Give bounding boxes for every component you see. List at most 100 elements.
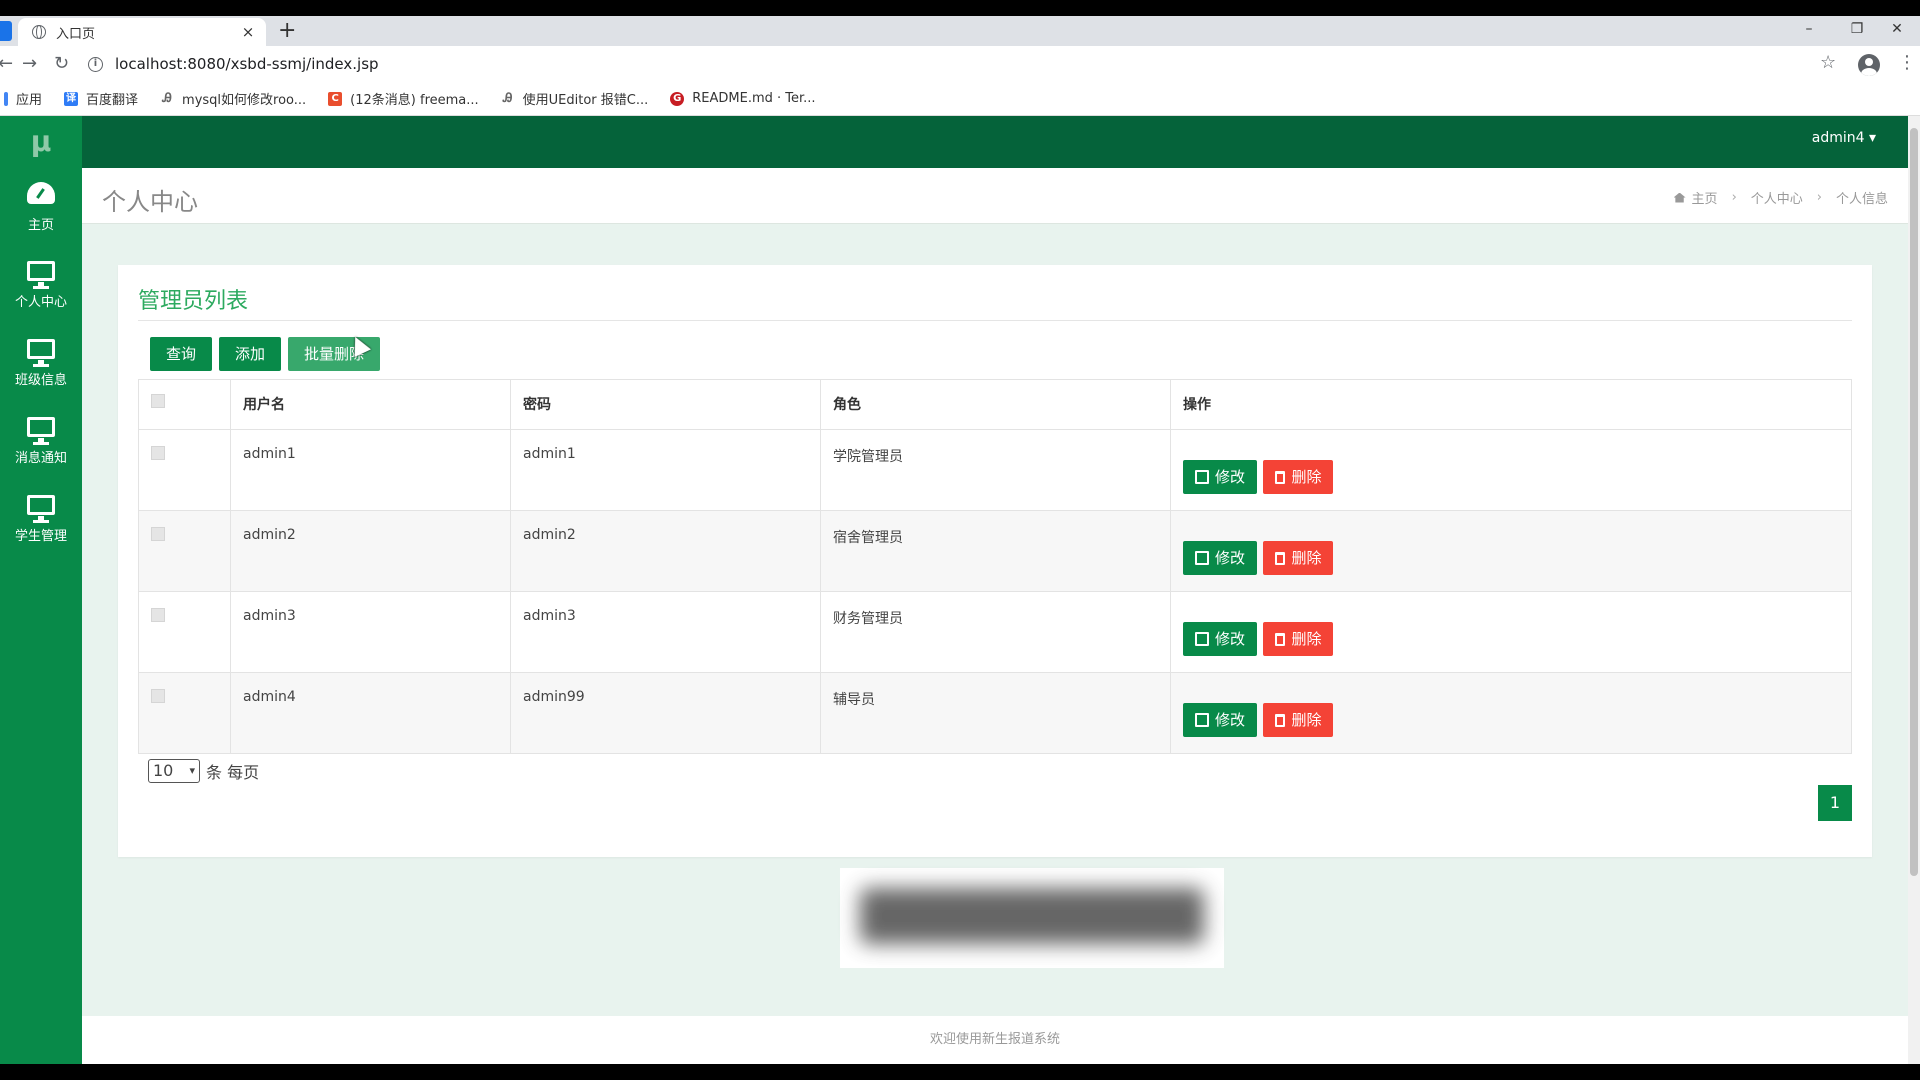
screen-bottom-edge <box>0 1064 1920 1080</box>
edit-label: 修改 <box>1215 468 1246 486</box>
row-select-cell <box>138 429 231 511</box>
sidebar-item-student-management[interactable]: 学生管理 <box>0 480 82 558</box>
edit-button[interactable]: 修改 <box>1183 460 1258 494</box>
row-checkbox[interactable] <box>151 446 165 460</box>
password-cell: admin99 <box>510 672 821 754</box>
password-cell: admin1 <box>510 429 821 511</box>
column-header-username: 用户名 <box>230 379 511 430</box>
dashboard-icon <box>27 181 55 204</box>
bookmark-ueditor[interactable]: Ꭿ 使用UEditor 报错C... <box>501 89 649 108</box>
sidebar-item-label: 个人中心 <box>14 294 67 310</box>
reload-icon[interactable]: ↻ <box>54 52 69 76</box>
delete-button[interactable]: 删除 <box>1263 541 1334 575</box>
query-button[interactable]: 查询 <box>150 337 213 371</box>
add-button[interactable]: 添加 <box>219 337 282 371</box>
select-all-checkbox[interactable] <box>151 394 165 408</box>
forward-arrow-icon[interactable]: → <box>22 52 37 76</box>
admin-list-panel: 管理员列表 查询 添加 批量删除 用户名 密码 角色 操作 admin1 adm… <box>118 265 1872 857</box>
delete-button[interactable]: 删除 <box>1263 622 1334 656</box>
column-header-role: 角色 <box>820 379 1171 430</box>
app-root: μ 主页 个人中心 班级信息 消息通知 学生管理 admin4 ▾ 个人中心 主… <box>0 116 1920 1064</box>
site-icon: Ꭿ <box>502 90 513 106</box>
sidebar-item-home[interactable]: 主页 <box>0 168 82 246</box>
page-size-select[interactable]: 10 ▾ <box>148 759 200 783</box>
app-logo: μ <box>30 125 52 158</box>
username-cell: admin4 <box>230 672 511 754</box>
actions-cell: 修改 删除 <box>1170 510 1852 592</box>
app-pill-icon <box>0 21 12 41</box>
url-field[interactable]: i localhost:8080/xsbd-ssmj/index.jsp <box>88 50 1816 78</box>
table-row: admin1 admin1 学院管理员 修改 删除 <box>138 429 1852 511</box>
divider <box>138 320 1852 321</box>
bookmark-mysql[interactable]: Ꭿ mysql如何修改roo... <box>160 89 306 108</box>
back-arrow-icon[interactable]: ← <box>0 52 13 76</box>
scrollbar-thumb[interactable] <box>1910 128 1918 876</box>
menu-kebab-icon[interactable]: ⋮ <box>1898 52 1916 73</box>
username-cell: admin3 <box>230 591 511 673</box>
new-tab-button[interactable]: + <box>278 18 296 44</box>
table-header-row: 用户名 密码 角色 操作 <box>138 379 1852 430</box>
edit-button[interactable]: 修改 <box>1183 622 1258 656</box>
blurred-text <box>860 888 1204 944</box>
bookmark-apps[interactable]: 应用 <box>4 89 42 108</box>
edit-icon <box>1195 551 1209 565</box>
profile-icon[interactable] <box>1858 54 1880 76</box>
bookmark-readme[interactable]: G README.md · Ter... <box>670 91 816 106</box>
bookmark-label: 使用UEditor 报错C... <box>522 93 649 108</box>
page-scrollbar[interactable] <box>1908 116 1920 1064</box>
sidebar-item-class-info[interactable]: 班级信息 <box>0 324 82 402</box>
footer: 欢迎使用新生报道系统 <box>82 1016 1908 1064</box>
delete-button[interactable]: 删除 <box>1263 703 1334 737</box>
tab-close-icon[interactable]: × <box>240 23 256 41</box>
close-window-button[interactable]: ✕ <box>1874 16 1920 42</box>
info-icon[interactable]: i <box>88 56 103 72</box>
user-menu[interactable]: admin4 ▾ <box>1812 130 1876 146</box>
bookmark-csdn[interactable]: C (12条消息) freema... <box>328 89 479 108</box>
pagination-page-1[interactable]: 1 <box>1818 785 1852 821</box>
table-row: admin2 admin2 宿舍管理员 修改 删除 <box>138 510 1852 592</box>
sidebar-item-notifications[interactable]: 消息通知 <box>0 402 82 480</box>
delete-label: 删除 <box>1291 468 1322 486</box>
monitor-icon <box>27 494 55 523</box>
row-checkbox[interactable] <box>151 689 165 703</box>
minimize-button[interactable]: – <box>1786 16 1832 42</box>
bookmark-label: 应用 <box>16 93 43 108</box>
sidebar-item-personal-center[interactable]: 个人中心 <box>0 246 82 324</box>
select-all-cell <box>138 379 231 430</box>
actions-cell: 修改 删除 <box>1170 591 1852 673</box>
browser-tab[interactable]: 入口页 × <box>18 18 266 46</box>
bookmark-label: README.md · Ter... <box>692 91 816 106</box>
address-bar: ← → ↻ i localhost:8080/xsbd-ssmj/index.j… <box>0 46 1920 82</box>
monitor-icon <box>27 338 55 367</box>
bookmark-label: 百度翻译 <box>86 93 139 108</box>
bookmark-star-icon[interactable]: ☆ <box>1820 52 1836 73</box>
blurred-watermark <box>840 868 1224 968</box>
edit-icon <box>1195 632 1209 646</box>
sidebar-item-label: 班级信息 <box>14 372 67 388</box>
breadcrumb-separator: › <box>1816 190 1822 205</box>
password-cell: admin3 <box>510 591 821 673</box>
screen-top-edge <box>0 0 1920 16</box>
breadcrumb-home[interactable]: 主页 <box>1692 188 1718 207</box>
page-title: 个人中心 <box>102 188 198 216</box>
csdn-icon: C <box>328 91 343 106</box>
edit-button[interactable]: 修改 <box>1183 541 1258 575</box>
breadcrumb-personal-info: 个人信息 <box>1835 192 1888 207</box>
chevron-down-icon: ▾ <box>189 764 195 777</box>
page-size-control: 10 ▾ 条 每页 <box>148 759 259 783</box>
trash-icon <box>1275 714 1286 727</box>
bookmark-baidu-translate[interactable]: 译 百度翻译 <box>64 89 138 108</box>
row-select-cell <box>138 672 231 754</box>
breadcrumb-separator: › <box>1731 190 1737 205</box>
role-cell: 学院管理员 <box>820 429 1171 511</box>
edit-button[interactable]: 修改 <box>1183 703 1258 737</box>
delete-label: 删除 <box>1291 549 1322 567</box>
actions-cell: 修改 删除 <box>1170 672 1852 754</box>
panel-title: 管理员列表 <box>138 289 249 314</box>
row-checkbox[interactable] <box>151 527 165 541</box>
row-checkbox[interactable] <box>151 608 165 622</box>
edit-label: 修改 <box>1215 549 1246 567</box>
breadcrumb-personal-center[interactable]: 个人中心 <box>1751 188 1803 207</box>
tab-title: 入口页 <box>56 26 96 42</box>
delete-button[interactable]: 删除 <box>1263 460 1334 494</box>
